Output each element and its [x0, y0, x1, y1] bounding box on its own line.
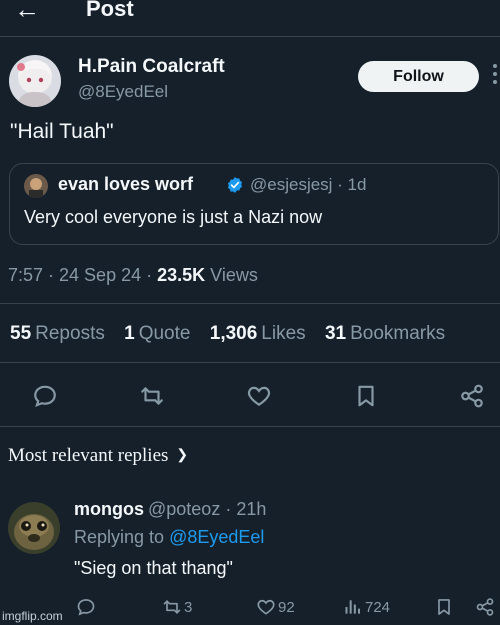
replies-sort-toggle[interactable]: Most relevant replies ❯	[8, 445, 188, 467]
meta-divider	[0, 303, 500, 304]
likes-label: Likes	[261, 323, 306, 344]
actions-divider	[0, 426, 500, 427]
reply-repost-button[interactable]: 3	[162, 596, 192, 618]
reply-views-count: 724	[365, 598, 391, 616]
reply-text: "Sieg on that thang"	[74, 558, 233, 578]
replying-to-prefix: Replying to	[74, 527, 170, 547]
quotes-label: Quote	[138, 323, 191, 344]
bookmarks-label: Bookmarks	[350, 323, 446, 344]
quotes-stat[interactable]: 1 Quote	[124, 323, 190, 344]
arrow-left-icon[interactable]: ←	[14, 0, 40, 24]
reply-icon	[76, 597, 96, 617]
like-icon	[256, 597, 276, 617]
engagement-stats: 55 Reposts 1 Quote 1,306 Likes 31 Bookmarks	[10, 323, 459, 345]
reply-reposts-count: 3	[184, 598, 193, 616]
post-meta: 7:57 · 24 Sep 24 · 23.5K Views	[8, 265, 258, 286]
reply-icon[interactable]	[32, 383, 58, 409]
author-avatar[interactable]	[9, 55, 61, 107]
reply-author[interactable]: mongos @poteoz · 21h	[74, 499, 266, 520]
post-timestamp[interactable]: 7:57 · 24 Sep 24 ·	[8, 265, 157, 285]
author-name[interactable]: H.Pain Coalcraft	[78, 56, 225, 78]
views-icon	[343, 597, 363, 617]
replying-to-mention[interactable]: @8EyedEel	[169, 527, 264, 547]
quoted-author-avatar	[24, 174, 48, 198]
replying-to: Replying to @8EyedEel	[74, 527, 264, 548]
more-vertical-icon[interactable]	[492, 60, 498, 90]
chevron-down-icon: ❯	[176, 448, 189, 463]
views-label: Views	[205, 265, 258, 285]
stats-divider	[0, 362, 500, 363]
reply-likes-count: 92	[278, 598, 295, 616]
quoted-author-name: evan loves worf	[58, 174, 194, 194]
reply-author-avatar[interactable]	[8, 502, 60, 554]
author-handle[interactable]: @8EyedEel	[78, 82, 168, 102]
repost-icon[interactable]	[139, 383, 165, 409]
quoted-post-card[interactable]: evan loves worf @esjesjesj · 1d Very coo…	[9, 163, 499, 245]
reply-bookmark-button[interactable]	[434, 596, 454, 618]
share-icon[interactable]	[459, 383, 485, 409]
reposts-count: 55	[10, 323, 32, 344]
replies-sort-label: Most relevant replies	[8, 445, 169, 466]
reply-like-button[interactable]: 92	[256, 596, 295, 618]
quoted-handle-time: @esjesjesj · 1d	[250, 175, 367, 194]
reply-share-button[interactable]	[475, 596, 495, 618]
verified-badge-icon	[226, 176, 244, 194]
follow-button[interactable]: Follow	[358, 61, 479, 92]
share-icon	[475, 597, 495, 617]
reply-author-name: mongos	[74, 499, 144, 519]
bookmarks-count: 31	[324, 323, 347, 344]
reply-reply-button[interactable]	[76, 596, 96, 618]
watermark: imgflip.com	[2, 609, 63, 623]
reposts-label: Reposts	[35, 323, 105, 344]
likes-count: 1,306	[209, 323, 258, 344]
quotes-count: 1	[124, 323, 135, 344]
reply-handle-time: @poteoz · 21h	[148, 499, 267, 519]
reposts-stat[interactable]: 55 Reposts	[10, 323, 105, 344]
bookmark-icon[interactable]	[353, 383, 379, 409]
quoted-post-text: Very cool everyone is just a Nazi now	[24, 207, 323, 227]
reply-views-button[interactable]: 724	[343, 596, 390, 618]
bookmark-icon	[434, 597, 454, 617]
repost-icon	[162, 597, 182, 617]
bookmarks-stat[interactable]: 31 Bookmarks	[325, 323, 445, 344]
views-count: 23.5K	[157, 265, 206, 285]
likes-stat[interactable]: 1,306 Likes	[210, 323, 306, 344]
top-bar: ← Post	[0, 0, 500, 28]
like-icon[interactable]	[246, 383, 272, 409]
header-divider	[0, 36, 500, 37]
post-text: "Hail Tuah"	[10, 120, 114, 143]
page-title: Post	[86, 0, 134, 21]
